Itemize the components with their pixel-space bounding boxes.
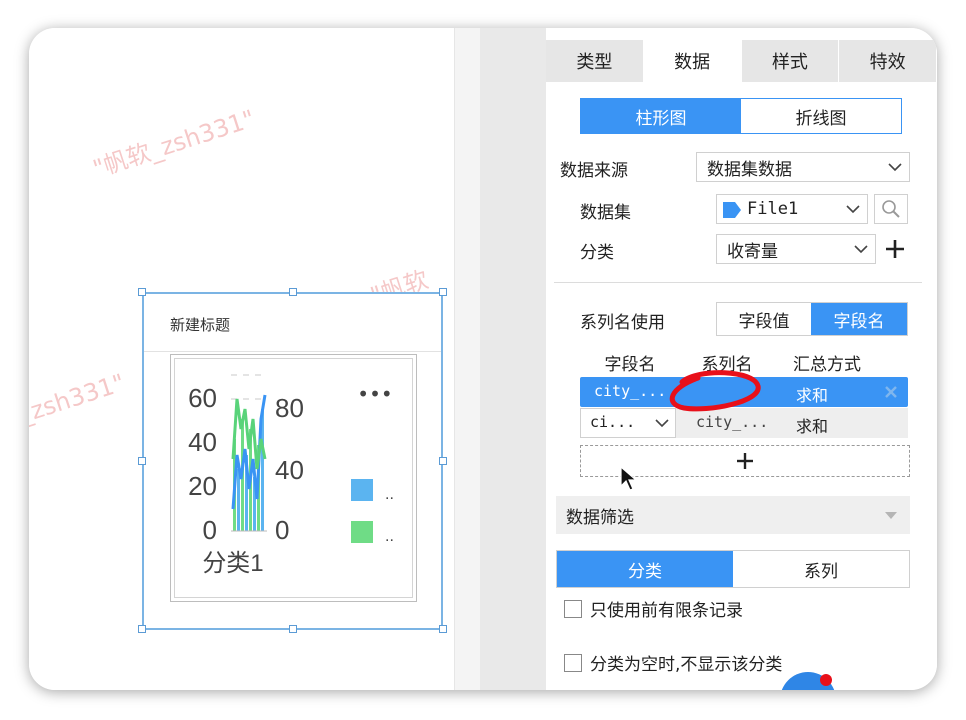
row-aggregation[interactable]: 求和 [796, 382, 828, 406]
watermark-1: "帆软_zsh331" [89, 104, 259, 184]
y-left-tick-40: 40 [188, 427, 217, 457]
limit-records-checkbox[interactable] [564, 599, 582, 618]
search-icon [882, 200, 900, 218]
resize-handle-bm[interactable] [289, 625, 297, 633]
resize-handle-tr[interactable] [439, 288, 447, 296]
y-right-tick-40: 40 [275, 455, 304, 485]
resize-handle-tm[interactable] [289, 288, 297, 296]
hide-empty-category-checkbox[interactable] [564, 653, 582, 672]
watermark-3: "帆软_zsh331" [29, 368, 129, 448]
limit-records-label: 只使用前有限条记录 [590, 601, 743, 621]
row-aggregation[interactable]: 求和 [796, 413, 828, 437]
plus-icon [737, 453, 753, 469]
toggle-series[interactable]: 系列 [733, 551, 909, 587]
data-source-label: 数据来源 [560, 161, 628, 181]
legend-swatch-1 [351, 479, 373, 501]
y-right-tick-80: 80 [275, 393, 304, 423]
chart-type-toggle: 柱形图 折线图 [580, 98, 902, 134]
widget-header: 新建标题 [144, 294, 441, 352]
column-header-aggregation: 汇总方式 [782, 350, 872, 378]
toggle-category[interactable]: 分类 [557, 551, 733, 587]
tab-effects[interactable]: 特效 [839, 40, 937, 82]
data-filter-section[interactable]: 数据筛选 [556, 496, 910, 534]
widget-title: 新建标题 [170, 316, 231, 334]
legend-label-1: .. [385, 486, 394, 503]
dataset-label: 数据集 [580, 203, 631, 223]
resize-handle-bl[interactable] [138, 625, 146, 633]
data-source-value: 数据集数据 [707, 159, 792, 180]
more-icon: ••• [357, 382, 392, 406]
canvas-scroll-strip[interactable] [454, 28, 480, 690]
resize-handle-ml[interactable] [138, 457, 146, 465]
mouse-cursor-icon [620, 466, 638, 491]
legend-swatch-2 [351, 521, 373, 543]
legend-label-2: .. [385, 528, 394, 545]
design-canvas[interactable]: "帆软_zsh331" "帆软 "帆软_zsh331" "帆软_zsh331" … [29, 28, 454, 690]
annotation-circle [669, 370, 761, 412]
hide-empty-category-option[interactable]: 分类为空时,不显示该分类 [564, 650, 782, 675]
hide-empty-category-label: 分类为空时,不显示该分类 [590, 655, 783, 675]
chevron-down-icon [846, 205, 860, 214]
delete-icon[interactable] [884, 385, 898, 399]
category-select[interactable]: 收寄量 [716, 234, 876, 264]
chevron-down-icon [888, 163, 902, 172]
row-field: ci... [590, 413, 636, 431]
panel-gutter [480, 28, 546, 690]
tab-style[interactable]: 样式 [741, 40, 840, 82]
panel-tabs: 类型 数据 样式 特效 [546, 40, 937, 82]
y-left-tick-0: 0 [203, 515, 217, 545]
y-left-tick-20: 20 [188, 471, 217, 501]
y-left-tick-60: 60 [188, 383, 217, 413]
toggle-line-chart[interactable]: 折线图 [741, 99, 901, 133]
chart-frame-inner: 60 40 20 0 80 40 0 分类1 ••• .. .. [174, 358, 413, 598]
toggle-bar-chart[interactable]: 柱形图 [581, 99, 741, 133]
category-label: 分类 [580, 243, 614, 263]
notification-dot [820, 674, 832, 686]
dataset-tag-icon [723, 202, 741, 218]
tab-data[interactable]: 数据 [643, 40, 742, 82]
series-name-use-label: 系列名使用 [580, 313, 665, 333]
chart-widget[interactable]: 新建标题 60 40 20 0 80 40 0 分类1 ••• .. .. [138, 288, 447, 633]
dataset-select[interactable]: File1 [716, 194, 868, 224]
category-value: 收寄量 [727, 241, 778, 262]
dataset-value: File1 [747, 199, 799, 219]
collapse-caret-icon [885, 512, 897, 519]
filter-toggle: 分类 系列 [556, 550, 910, 588]
row-field: city_... [594, 382, 667, 400]
resize-handle-tl[interactable] [138, 288, 146, 296]
limit-records-option[interactable]: 只使用前有限条记录 [564, 596, 743, 621]
data-filter-label: 数据筛选 [566, 507, 634, 528]
app-window: "帆软_zsh331" "帆软 "帆软_zsh331" "帆软_zsh331" … [29, 28, 937, 690]
resize-handle-br[interactable] [439, 625, 447, 633]
plus-icon [886, 240, 904, 258]
series-name-toggle: 字段值 字段名 [716, 302, 908, 336]
toggle-field-name[interactable]: 字段名 [811, 303, 907, 335]
chevron-down-icon [854, 245, 868, 254]
data-source-select[interactable]: 数据集数据 [696, 152, 910, 182]
toggle-field-value[interactable]: 字段值 [717, 303, 811, 335]
y-right-tick-0: 0 [275, 515, 289, 545]
tab-type[interactable]: 类型 [546, 40, 644, 82]
properties-panel: 类型 数据 样式 特效 柱形图 折线图 数据来源 数据集数据 数据集 File1… [546, 28, 937, 690]
chart-svg: 60 40 20 0 80 40 0 分类1 ••• .. .. [188, 374, 394, 577]
x-tick-category1: 分类1 [202, 550, 263, 577]
search-button[interactable] [874, 194, 908, 224]
resize-handle-mr[interactable] [439, 457, 447, 465]
add-category-button[interactable] [880, 234, 910, 264]
chart-frame[interactable]: 60 40 20 0 80 40 0 分类1 ••• .. .. [170, 354, 417, 602]
divider-1 [554, 282, 922, 283]
